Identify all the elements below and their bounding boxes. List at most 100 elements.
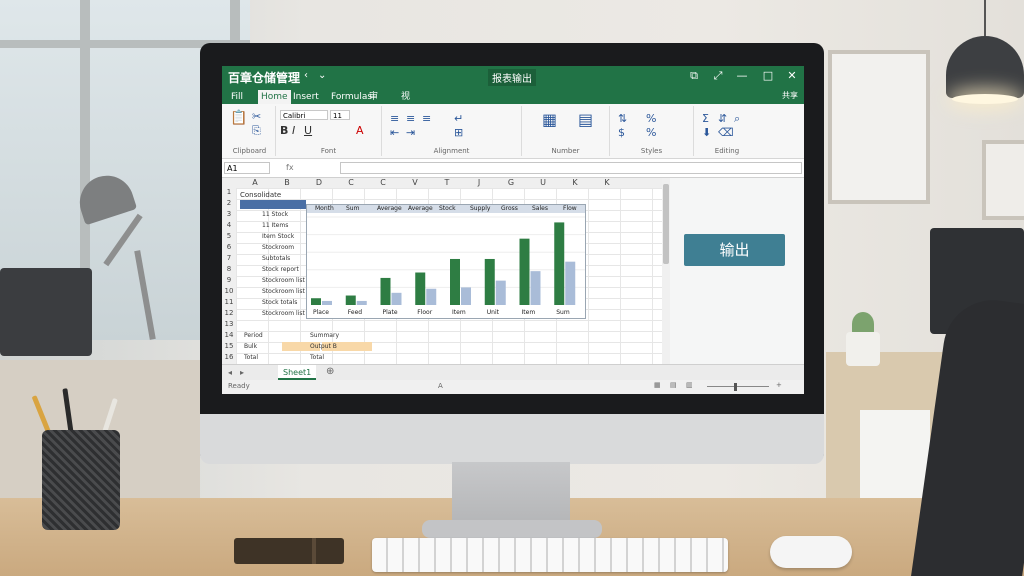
zoom-slider[interactable]	[707, 386, 769, 387]
column-header[interactable]: B	[272, 178, 302, 187]
row-header[interactable]: 2	[222, 199, 236, 207]
tab-insert[interactable]: Insert	[290, 90, 322, 104]
column-header[interactable]: K	[560, 178, 590, 187]
sheet-tab-active[interactable]: Sheet1	[278, 365, 317, 380]
list-item[interactable]: 11 Stock	[262, 211, 288, 218]
font-color-icon[interactable]: A	[356, 124, 364, 137]
autosum-icon[interactable]: Σ	[702, 112, 709, 125]
column-header[interactable]: G	[496, 178, 526, 187]
zoom-in-icon[interactable]: +	[776, 381, 782, 389]
merge-icon[interactable]: ⊞	[454, 126, 463, 139]
paste-icon[interactable]: 📋	[230, 110, 247, 126]
row-header[interactable]: 5	[222, 232, 236, 240]
list-item[interactable]: 11 Items	[262, 222, 288, 229]
column-header[interactable]: T	[432, 178, 462, 187]
formula-input[interactable]	[340, 162, 802, 174]
footer-value[interactable]: Total	[310, 354, 324, 361]
page-break-icon[interactable]: ▥	[686, 381, 693, 389]
footer-label[interactable]: Bulk	[244, 343, 257, 350]
row-header[interactable]: 6	[222, 243, 236, 251]
footer-value[interactable]: Output B	[310, 343, 337, 350]
row-header[interactable]: 11	[222, 298, 236, 306]
maximize-button[interactable]: □	[760, 69, 776, 82]
list-item[interactable]: Item Stock	[262, 233, 294, 240]
close-button[interactable]: ✕	[784, 69, 800, 82]
bar-chart[interactable]: Month Sum Average Average Stock Supply Gross Sa…	[306, 204, 586, 319]
clear-icon[interactable]: ⌫	[718, 126, 734, 139]
number-format-icon[interactable]: ▦	[542, 110, 557, 129]
export-button[interactable]: 输出	[684, 234, 785, 266]
font-size-select[interactable]: 11	[330, 110, 350, 120]
row-header[interactable]: 12	[222, 309, 236, 317]
restore-icon[interactable]: ⧉	[686, 69, 702, 83]
back-icon[interactable]: ‹	[304, 70, 308, 81]
cell-styles-icon[interactable]: %	[646, 112, 656, 125]
font-name-select[interactable]: Calibri	[280, 110, 328, 120]
conditional-format-icon[interactable]: ⇅	[618, 112, 627, 125]
copy-icon[interactable]: ⎘	[252, 124, 261, 138]
column-header[interactable]: J	[464, 178, 494, 187]
list-item[interactable]: Stockroom list	[262, 288, 305, 295]
row-header[interactable]: 13	[222, 320, 236, 328]
column-header[interactable]: U	[528, 178, 558, 187]
find-icon[interactable]: ⌕	[734, 112, 740, 126]
wrap-text-icon[interactable]: ↵	[454, 112, 463, 125]
row-header[interactable]: 10	[222, 287, 236, 295]
dropdown-icon[interactable]: ⌄	[318, 70, 326, 81]
row-header[interactable]: 9	[222, 276, 236, 284]
column-header[interactable]: C	[368, 178, 398, 187]
align-right-icon[interactable]: ≡	[422, 112, 431, 125]
tab-review[interactable]: 审	[366, 90, 381, 104]
column-header[interactable]: V	[400, 178, 430, 187]
align-left-icon[interactable]: ≡	[390, 112, 399, 125]
next-sheet-icon[interactable]: ▸	[240, 368, 244, 377]
page-layout-icon[interactable]: ▤	[670, 381, 677, 389]
prev-sheet-icon[interactable]: ◂	[228, 368, 232, 377]
row-header[interactable]: 16	[222, 353, 236, 361]
name-box[interactable]: A1	[224, 162, 270, 174]
percent-icon[interactable]: %	[646, 126, 656, 139]
row-header[interactable]: 7	[222, 254, 236, 262]
table-format-icon[interactable]: ▤	[578, 110, 593, 129]
fullscreen-icon[interactable]: ⤢	[710, 69, 726, 83]
footer-value[interactable]: Summary	[310, 332, 339, 339]
column-header[interactable]: K	[592, 178, 622, 187]
italic-icon[interactable]: I	[292, 124, 295, 137]
bold-icon[interactable]: B	[280, 124, 288, 137]
indent-icon[interactable]: ⇤	[390, 126, 399, 139]
row-header[interactable]: 4	[222, 221, 236, 229]
fill-icon[interactable]: ⬇	[702, 126, 711, 139]
row-header[interactable]: 1	[222, 188, 236, 196]
worksheet-grid[interactable]: ABDCCVTJGUKK 1 2 3 4 5 6 7 8 9 10 11 12 13 14 15 16 Con…	[222, 178, 662, 373]
align-center-icon[interactable]: ≡	[406, 112, 415, 125]
fx-icon[interactable]: fx	[286, 163, 294, 172]
sort-icon[interactable]: ⇵	[718, 112, 727, 125]
add-sheet-icon[interactable]: ⊕	[326, 366, 334, 377]
share-button[interactable]: 共享	[782, 90, 798, 101]
zoom-thumb[interactable]	[734, 383, 737, 391]
currency-icon[interactable]: $	[618, 126, 625, 139]
outdent-icon[interactable]: ⇥	[406, 126, 415, 139]
list-item[interactable]: Stockroom	[262, 244, 294, 251]
row-header[interactable]: 8	[222, 265, 236, 273]
list-item[interactable]: Stock report	[262, 266, 299, 273]
row-header[interactable]: 3	[222, 210, 236, 218]
list-item[interactable]: Subtotals	[262, 255, 290, 262]
cut-icon[interactable]: ✂	[252, 110, 261, 123]
list-item[interactable]: Stockroom list	[262, 310, 305, 317]
list-item[interactable]: Stock totals	[262, 299, 297, 306]
tab-home[interactable]: Home	[258, 90, 291, 104]
underline-icon[interactable]: U	[304, 124, 312, 137]
row-header[interactable]: 15	[222, 342, 236, 350]
minimize-button[interactable]: —	[734, 69, 750, 82]
normal-view-icon[interactable]: ▦	[654, 381, 661, 389]
title-cell[interactable]: Consolidate	[240, 191, 281, 199]
row-header[interactable]: 14	[222, 331, 236, 339]
footer-label[interactable]: Period	[244, 332, 263, 339]
column-header[interactable]: C	[336, 178, 366, 187]
vertical-scrollbar[interactable]	[662, 178, 670, 364]
tab-view[interactable]: 视	[398, 90, 413, 104]
tab-file[interactable]: Fill	[228, 90, 246, 104]
column-header[interactable]: D	[304, 178, 334, 187]
footer-label[interactable]: Total	[244, 354, 258, 361]
